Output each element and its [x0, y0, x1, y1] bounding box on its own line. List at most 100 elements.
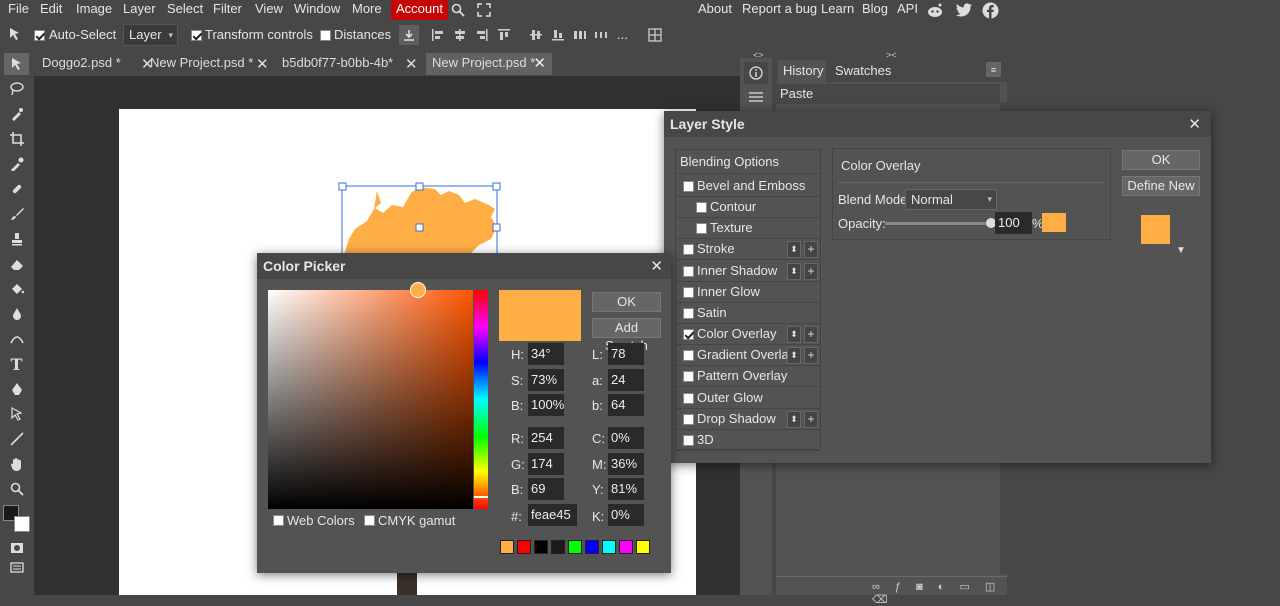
quick-mask-icon[interactable] — [4, 537, 29, 559]
style-row[interactable]: Texture — [676, 218, 820, 240]
panel-menu-icon[interactable]: ≡ — [986, 62, 1001, 77]
eraser-tool-icon[interactable] — [4, 253, 29, 275]
quick-select-icon[interactable] — [4, 103, 29, 125]
download-icon[interactable] — [399, 25, 419, 45]
menu-learn[interactable]: Learn — [821, 0, 854, 20]
color-picker-ok-button[interactable]: OK — [592, 292, 661, 312]
more-options[interactable]: ... — [617, 27, 628, 42]
style-checkbox[interactable] — [683, 413, 694, 425]
close-icon[interactable]: ✕ — [256, 55, 269, 73]
brush-tool-icon[interactable] — [4, 203, 29, 225]
hand-tool-icon[interactable] — [4, 453, 29, 475]
menu-filter[interactable]: Filter — [213, 0, 242, 20]
saturation-input[interactable]: 73% — [528, 369, 564, 391]
style-checkbox[interactable] — [683, 371, 694, 383]
menu-api[interactable]: API — [897, 0, 918, 20]
color-swatch[interactable] — [636, 540, 650, 554]
zoom-tool-icon[interactable] — [4, 478, 29, 500]
tab-new-project-active[interactable]: New Project.psd * ✕ — [426, 53, 552, 75]
hex-input[interactable]: feae45 — [528, 504, 577, 526]
caret-down-icon[interactable]: ▼ — [1176, 245, 1186, 256]
style-row[interactable]: Outer Glow — [676, 388, 820, 409]
reorder-icon[interactable]: ⬍ — [787, 326, 801, 344]
grid-icon[interactable] — [647, 27, 663, 43]
search-icon[interactable] — [450, 0, 466, 20]
add-style-icon[interactable]: + — [804, 262, 818, 280]
transform-controls-checkbox[interactable] — [191, 30, 202, 41]
color-swatch[interactable] — [500, 540, 514, 554]
red-input[interactable]: 254 — [528, 427, 564, 449]
type-tool-icon[interactable]: T — [4, 353, 29, 375]
clone-stamp-icon[interactable] — [4, 228, 29, 250]
cyan-input[interactable]: 0% — [608, 427, 644, 449]
style-checkbox[interactable] — [696, 223, 707, 235]
transform-handle[interactable] — [415, 182, 424, 191]
lasso-tool-icon[interactable] — [4, 78, 29, 100]
green-input[interactable]: 174 — [528, 453, 564, 475]
magenta-input[interactable]: 36% — [608, 453, 644, 475]
tab-swatches[interactable]: Swatches — [835, 60, 891, 82]
transform-handle[interactable] — [492, 223, 501, 232]
align-middle-icon[interactable] — [528, 27, 544, 43]
define-new-button[interactable]: Define New — [1122, 176, 1200, 196]
distribute-icon[interactable] — [572, 27, 588, 43]
color-swatch[interactable] — [619, 540, 633, 554]
line-tool-icon[interactable] — [4, 428, 29, 450]
reorder-icon[interactable]: ⬍ — [787, 347, 801, 365]
color-swatch[interactable] — [602, 540, 616, 554]
hue-input[interactable]: 34° — [528, 343, 564, 365]
distribute-spacing-icon[interactable] — [593, 27, 609, 43]
add-style-icon[interactable]: + — [804, 410, 818, 428]
color-swatch[interactable] — [568, 540, 582, 554]
healing-brush-icon[interactable] — [4, 178, 29, 200]
blur-tool-icon[interactable] — [4, 303, 29, 325]
align-top-icon[interactable] — [496, 27, 512, 43]
add-style-icon[interactable]: + — [804, 326, 818, 344]
blue-input[interactable]: 69 — [528, 478, 564, 500]
info-icon[interactable] — [744, 62, 768, 84]
reorder-icon[interactable]: ⬍ — [787, 262, 801, 280]
style-row[interactable]: Pattern Overlay — [676, 366, 820, 388]
align-left-icon[interactable] — [430, 27, 446, 43]
menu-file[interactable]: File — [8, 0, 29, 20]
color-swatch[interactable] — [534, 540, 548, 554]
close-icon[interactable]: ✕ — [405, 55, 418, 73]
saturation-brightness-field[interactable] — [268, 290, 473, 509]
style-checkbox[interactable] — [683, 181, 694, 192]
tab-doggo2[interactable]: Doggo2.psd * — [36, 53, 140, 75]
style-checkbox[interactable] — [683, 329, 694, 341]
dodge-tool-icon[interactable] — [4, 328, 29, 350]
add-style-icon[interactable]: + — [804, 347, 818, 365]
opacity-slider-track[interactable] — [885, 222, 991, 225]
menu-layer[interactable]: Layer — [123, 0, 156, 20]
path-select-icon[interactable] — [4, 403, 29, 425]
color-swatch[interactable] — [551, 540, 565, 554]
blend-mode-select[interactable]: Normal ▾ — [905, 189, 997, 210]
hue-slider[interactable] — [474, 290, 488, 509]
tab-new-project-1[interactable]: New Project.psd * — [144, 53, 254, 75]
auto-select-checkbox[interactable] — [34, 30, 45, 41]
move-tool-icon[interactable] — [4, 53, 29, 75]
paint-bucket-icon[interactable] — [4, 278, 29, 300]
screen-mode-icon[interactable] — [4, 557, 29, 579]
style-checkbox[interactable] — [696, 202, 707, 214]
blending-options-item[interactable]: Blending Options — [676, 150, 820, 174]
style-checkbox[interactable] — [683, 434, 694, 446]
close-icon[interactable]: ✕ — [1188, 115, 1201, 133]
properties-icon[interactable] — [744, 86, 768, 108]
menu-image[interactable]: Image — [76, 0, 112, 20]
reddit-icon[interactable] — [926, 0, 944, 20]
crop-tool-icon[interactable] — [4, 128, 29, 150]
web-colors-checkbox[interactable] — [273, 515, 284, 526]
menu-select[interactable]: Select — [167, 0, 203, 20]
style-row[interactable]: Inner Glow — [676, 282, 820, 303]
style-checkbox[interactable] — [683, 350, 694, 362]
menu-window[interactable]: Window — [294, 0, 340, 20]
color-swatch[interactable] — [585, 540, 599, 554]
style-checkbox[interactable] — [683, 307, 694, 319]
lab-a-input[interactable]: 24 — [608, 369, 644, 391]
transform-handle[interactable] — [492, 182, 501, 191]
layer-style-ok-button[interactable]: OK — [1122, 150, 1200, 170]
opacity-input[interactable]: 100 — [995, 212, 1032, 234]
background-color-swatch[interactable] — [14, 516, 30, 532]
